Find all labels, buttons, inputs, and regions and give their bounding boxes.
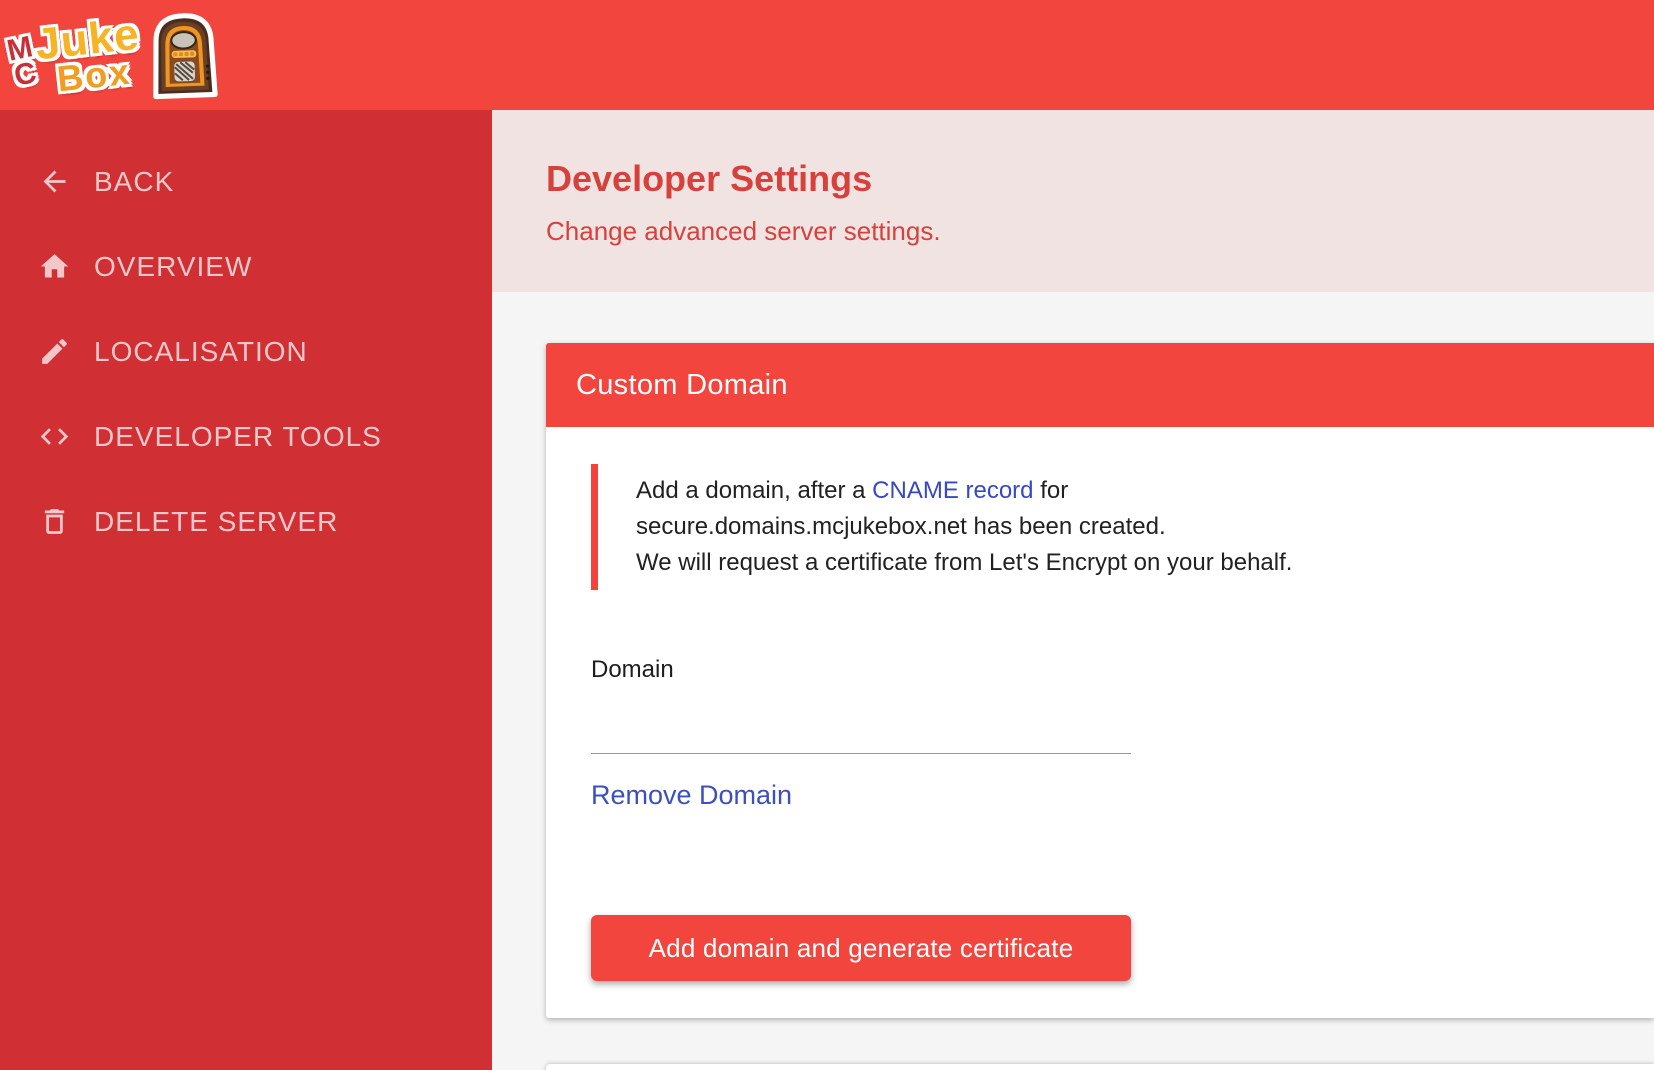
jukebox-icon — [153, 13, 218, 100]
card-title: Custom Domain — [576, 368, 788, 401]
page-subtitle: Change advanced server settings. — [546, 216, 941, 246]
sidebar-nav: BACK OVERVIEW LOCALISATION DEVELOPER TOOLS D… — [0, 110, 492, 1070]
page-title: Developer Settings — [546, 158, 873, 199]
app-window: MC Juke Box BACK OVERVIEW LOCALISATION D… — [0, 0, 1654, 1070]
alert-text-after-link: for — [1033, 477, 1069, 504]
logo-box-text: Box — [55, 50, 133, 100]
sidebar-item-label: DEVELOPER TOOLS — [94, 420, 382, 452]
sidebar-item-label: LOCALISATION — [94, 335, 308, 367]
card-body: Add a domain, after a CNAME record for s… — [546, 427, 1654, 1018]
top-app-bar: MC Juke Box — [0, 0, 1654, 110]
alert-line-3: We will request a certificate from Let's… — [636, 549, 1293, 576]
card-header: Custom Domain — [546, 343, 1654, 427]
logo-words: Juke Box — [33, 10, 145, 100]
code-icon — [40, 428, 69, 445]
info-alert: Add a domain, after a CNAME record for s… — [591, 464, 1614, 590]
sidebar-item-label: BACK — [94, 165, 175, 197]
add-domain-button[interactable]: Add domain and generate certificate — [591, 915, 1131, 981]
alert-line-2: secure.domains.mcjukebox.net has been cr… — [636, 513, 1166, 540]
domain-field-label: Domain — [591, 656, 674, 683]
sidebar-item-developer-tools[interactable]: DEVELOPER TOOLS — [0, 394, 492, 479]
page-content: Custom Domain Add a domain, after a CNAM… — [492, 292, 1654, 1070]
arrow-left-icon — [43, 170, 66, 193]
custom-domain-card: Custom Domain Add a domain, after a CNAM… — [546, 343, 1654, 1018]
home-icon — [40, 254, 69, 278]
sidebar-item-back[interactable]: BACK — [0, 139, 492, 224]
page-header-band: Developer Settings Change advanced serve… — [492, 110, 1654, 292]
trash-icon — [44, 509, 65, 534]
remove-domain-link[interactable]: Remove Domain — [591, 780, 792, 811]
main-area: Developer Settings Change advanced serve… — [492, 110, 1654, 1070]
sidebar-item-delete-server[interactable]: DELETE SERVER — [0, 479, 492, 564]
next-card-top-edge — [546, 1064, 1654, 1070]
alert-text-before-link: Add a domain, after a — [636, 477, 873, 504]
sidebar-item-label: DELETE SERVER — [94, 505, 339, 537]
logo-letter: C — [11, 56, 40, 93]
sidebar-item-overview[interactable]: OVERVIEW — [0, 224, 492, 309]
sidebar-item-label: OVERVIEW — [94, 250, 253, 282]
domain-input[interactable] — [591, 684, 1131, 754]
alert-line-1: Add a domain, after a CNAME record for — [636, 473, 1594, 509]
mcjukebox-logo[interactable]: MC Juke Box — [4, 4, 222, 105]
pencil-icon — [42, 339, 67, 364]
sidebar-item-localisation[interactable]: LOCALISATION — [0, 309, 492, 394]
cname-record-link[interactable]: CNAME record — [872, 477, 1033, 504]
